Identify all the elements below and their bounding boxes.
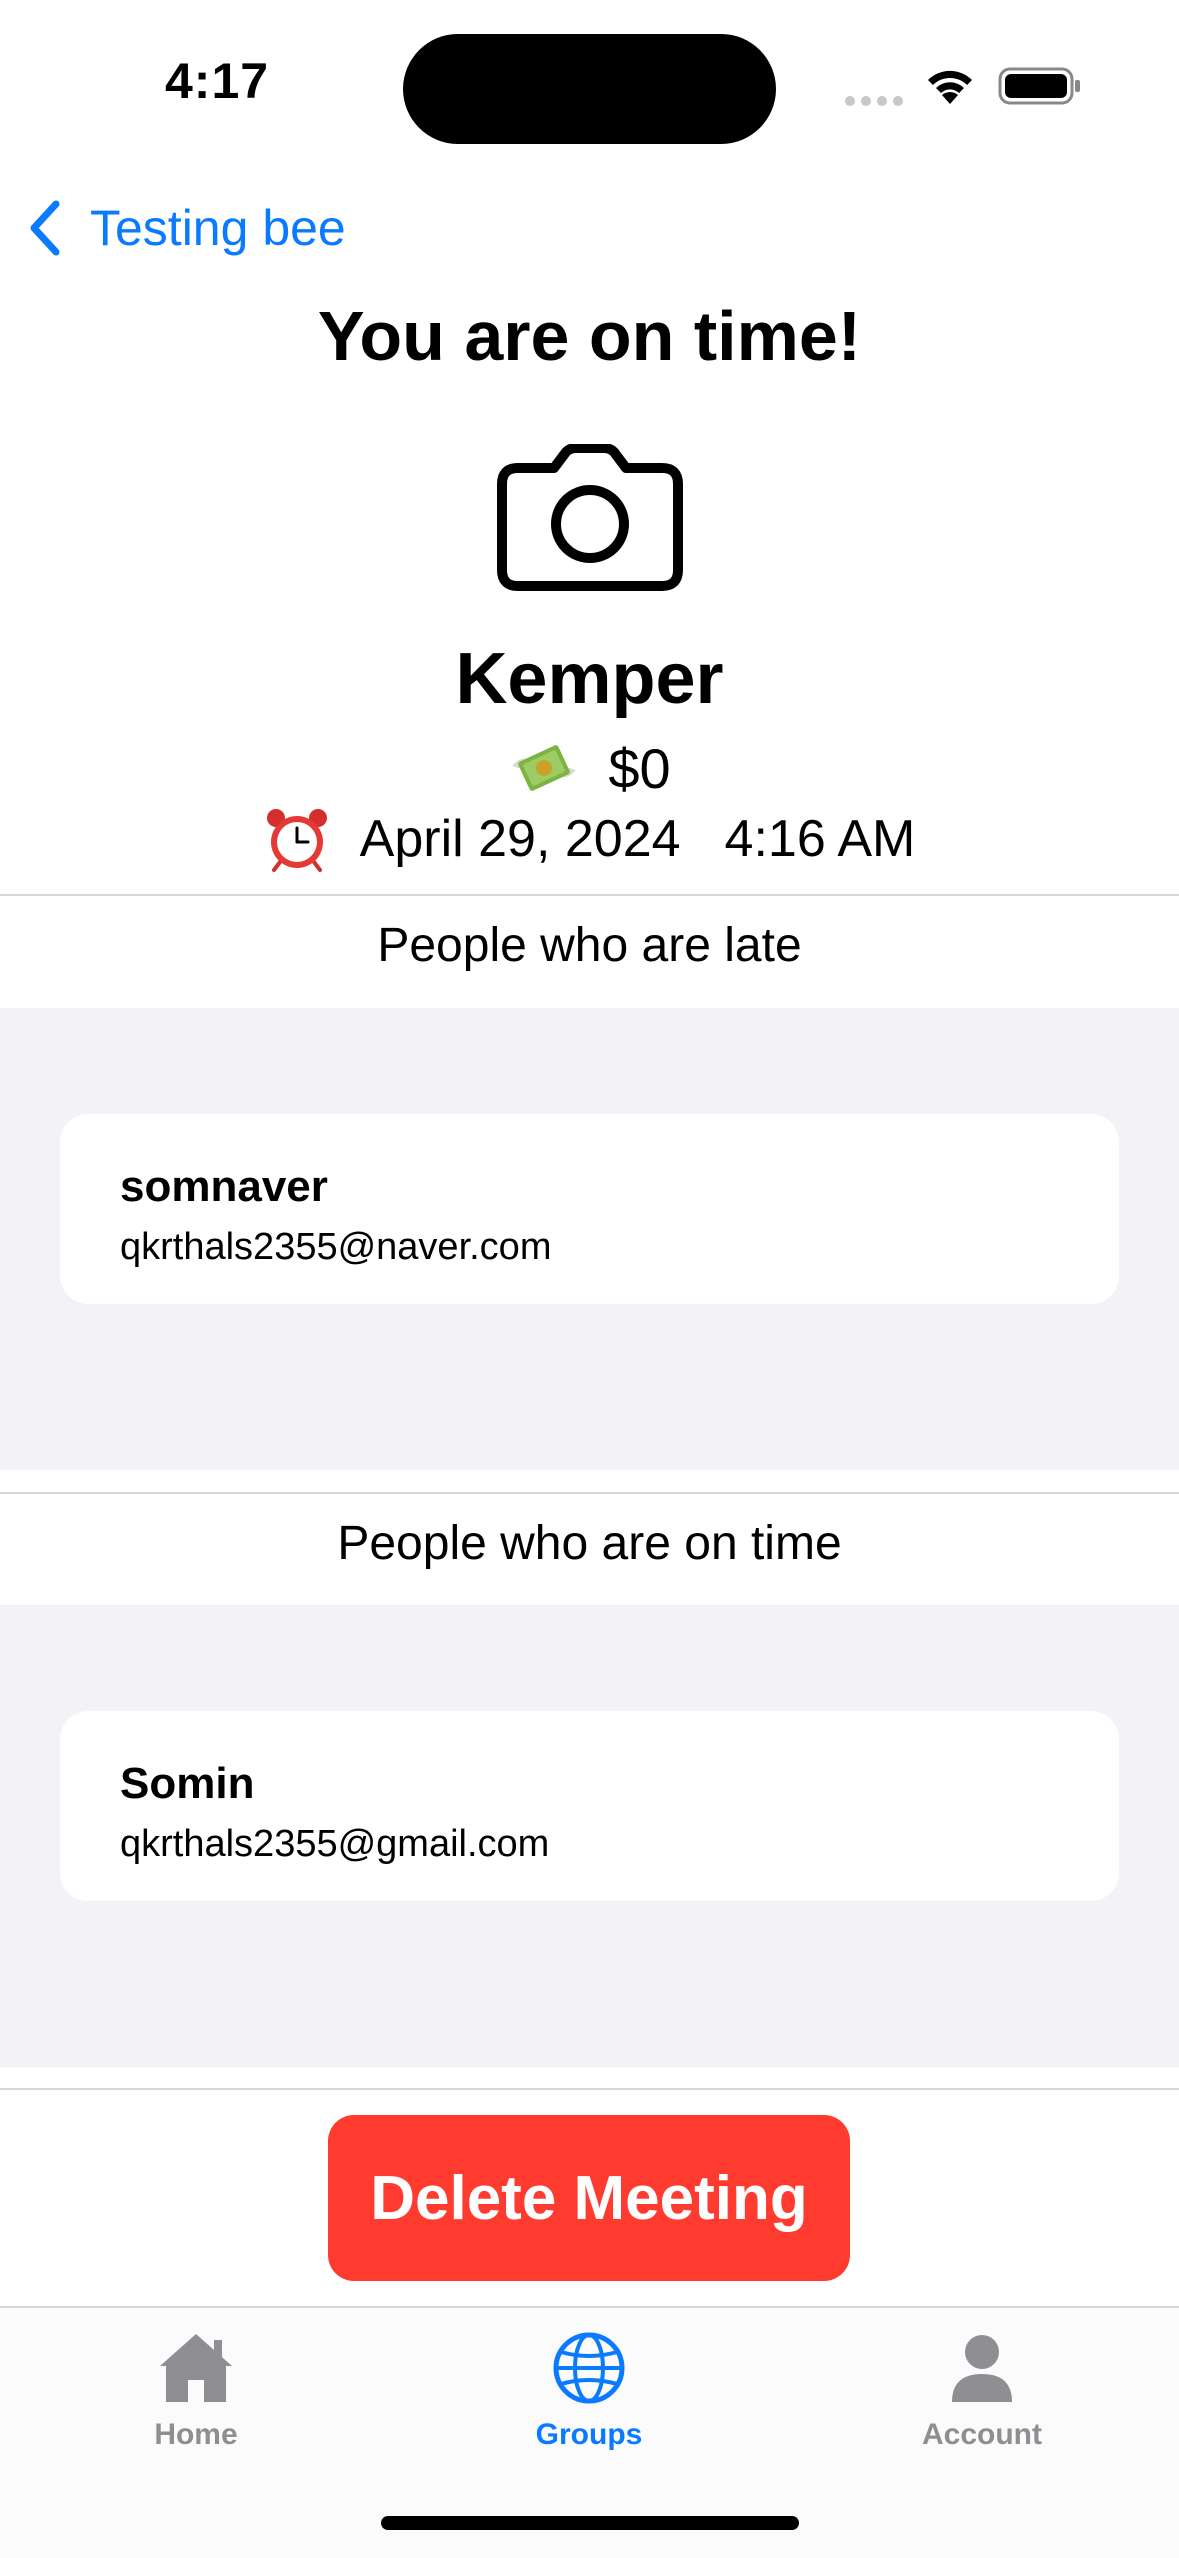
list-item[interactable]: somnaver qkrthals2355@naver.com bbox=[60, 1114, 1119, 1304]
divider bbox=[0, 1492, 1179, 1494]
datetime-row: April 29, 2024 4:16 AM bbox=[0, 806, 1179, 872]
member-name: somnaver bbox=[120, 1162, 328, 1211]
back-button[interactable]: Testing bee bbox=[24, 196, 346, 260]
battery-icon bbox=[998, 67, 1080, 105]
ontime-list: Somin qkrthals2355@gmail.com bbox=[0, 1605, 1179, 2067]
amount-row: $0 bbox=[0, 732, 1179, 804]
late-section-header: People who are late bbox=[377, 919, 802, 972]
chevron-left-icon bbox=[30, 200, 60, 256]
divider bbox=[0, 2088, 1179, 2090]
money-with-wings-icon bbox=[512, 745, 577, 791]
person-name: Kemper bbox=[455, 639, 724, 719]
member-email: qkrthals2355@gmail.com bbox=[120, 1823, 550, 1865]
tab-groups-label: Groups bbox=[535, 2418, 643, 2451]
divider bbox=[0, 894, 1179, 896]
back-button-label: Testing bee bbox=[90, 200, 346, 256]
late-list: somnaver qkrthals2355@naver.com bbox=[0, 1008, 1179, 1470]
alarm-clock-icon bbox=[266, 809, 327, 872]
meeting-date: April 29, 2024 bbox=[359, 810, 681, 868]
tab-home[interactable]: Home bbox=[46, 2330, 346, 2452]
meeting-time: 4:16 AM bbox=[724, 810, 916, 868]
amount-value: $0 bbox=[608, 736, 671, 800]
camera-icon[interactable] bbox=[496, 444, 684, 592]
tab-account[interactable]: Account bbox=[832, 2330, 1132, 2452]
dynamic-island bbox=[403, 34, 776, 144]
member-name: Somin bbox=[120, 1759, 255, 1808]
home-indicator[interactable] bbox=[381, 2516, 799, 2530]
cellular-signal-icon bbox=[845, 96, 905, 106]
delete-meeting-button[interactable]: Delete Meeting bbox=[328, 2115, 850, 2281]
tab-groups[interactable]: Groups bbox=[439, 2330, 739, 2452]
house-icon bbox=[160, 2334, 232, 2402]
tab-home-label: Home bbox=[154, 2418, 238, 2451]
status-time: 4:17 bbox=[165, 53, 270, 109]
person-icon bbox=[952, 2335, 1012, 2402]
list-item[interactable]: Somin qkrthals2355@gmail.com bbox=[60, 1711, 1119, 1901]
member-email: qkrthals2355@naver.com bbox=[120, 1226, 552, 1268]
wifi-icon bbox=[928, 70, 972, 104]
ontime-section-header: People who are on time bbox=[337, 1517, 842, 1570]
page-title: You are on time! bbox=[317, 297, 862, 375]
globe-icon bbox=[553, 2332, 625, 2404]
tab-account-label: Account bbox=[922, 2418, 1042, 2451]
